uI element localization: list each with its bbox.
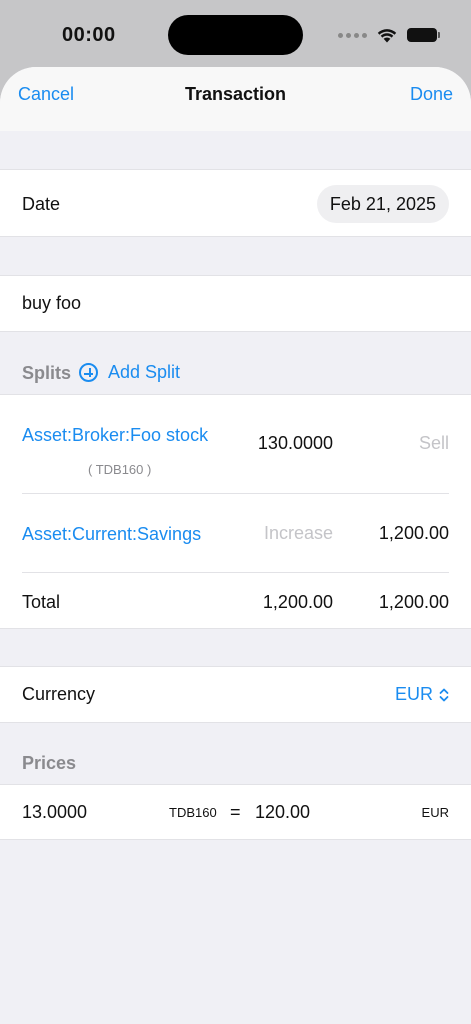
date-row: Date Feb 21, 2025 xyxy=(0,169,471,237)
plus-circle-icon xyxy=(79,363,98,382)
split-account-1[interactable]: Asset:Current:Savings xyxy=(22,524,201,545)
page-title: Transaction xyxy=(184,84,287,104)
split-account-0[interactable]: Asset:Broker:Foo stock xyxy=(22,425,208,446)
add-split-label: Add Split xyxy=(108,362,181,382)
add-split-button[interactable]: Add Split xyxy=(79,362,180,383)
prices-header: Prices xyxy=(22,753,77,773)
split-action-1[interactable]: Increase xyxy=(264,523,333,544)
total-debit: 1,200.00 xyxy=(262,592,333,612)
description-input[interactable]: buy foo xyxy=(22,293,81,314)
transaction-sheet: Cancel Transaction Done Date Feb 21, 202… xyxy=(0,67,471,1024)
split-amount-0[interactable]: 130.0000 xyxy=(258,433,333,454)
battery-icon xyxy=(407,28,440,42)
split-action-0[interactable]: Sell xyxy=(419,433,449,454)
split-commodity-0: ( TDB160 ) xyxy=(88,462,152,477)
signal-icon xyxy=(338,32,367,38)
split-divider xyxy=(22,493,449,494)
currency-picker[interactable]: EUR xyxy=(395,684,449,705)
split-divider xyxy=(22,572,449,573)
price-row: 13.0000 TDB160 = 120.00 EUR xyxy=(0,784,471,840)
description-row: buy foo xyxy=(0,275,471,332)
price-commodity: TDB160 xyxy=(169,805,217,820)
total-credit: 1,200.00 xyxy=(378,592,449,612)
wifi-icon xyxy=(377,28,397,42)
splits-header: Splits xyxy=(22,363,72,383)
currency-value: EUR xyxy=(394,684,433,704)
total-label: Total xyxy=(22,592,61,612)
status-icons xyxy=(338,26,440,44)
chevron-up-down-icon xyxy=(439,688,449,701)
price-equals: = xyxy=(230,802,241,822)
nav-bar: Cancel Transaction Done xyxy=(0,67,471,131)
split-amount-1[interactable]: 1,200.00 xyxy=(379,523,449,544)
price-currency: EUR xyxy=(421,805,449,820)
currency-row: Currency EUR xyxy=(0,666,471,723)
status-time: 00:00 xyxy=(62,24,116,46)
dynamic-island xyxy=(168,15,303,55)
status-bar: 00:00 xyxy=(0,0,471,66)
done-button[interactable]: Done xyxy=(410,84,453,105)
currency-label: Currency xyxy=(22,684,96,704)
date-picker[interactable]: Feb 21, 2025 xyxy=(316,185,449,223)
price-value[interactable]: 120.00 xyxy=(255,802,310,823)
splits-card: Asset:Broker:Foo stock ( TDB160 ) 130.00… xyxy=(0,394,471,629)
date-label: Date xyxy=(22,194,61,214)
price-amount[interactable]: 13.0000 xyxy=(22,802,87,823)
